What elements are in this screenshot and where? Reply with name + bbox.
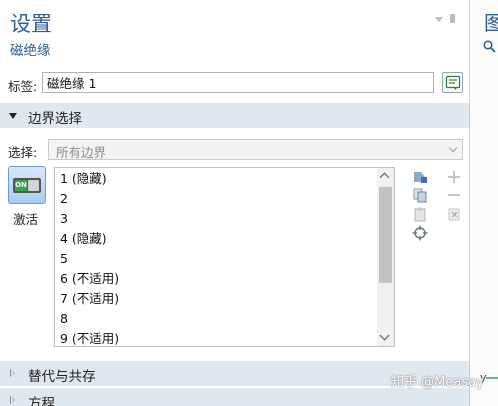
add-icon[interactable] — [446, 169, 462, 185]
panel-title: 设置 — [10, 12, 52, 36]
panel-controls[interactable] — [435, 14, 461, 26]
graphics-title: 图 — [484, 11, 498, 35]
section-boundary-selection[interactable]: 边界选择 — [0, 103, 469, 128]
label-edit-button[interactable] — [442, 72, 463, 93]
label-edit-icon — [445, 75, 461, 90]
switch-knob — [28, 180, 39, 191]
axis-line-icon — [486, 377, 498, 379]
panel-subtitle: 磁绝缘 — [10, 43, 51, 59]
activate-label: 激活 — [13, 212, 39, 227]
list-item[interactable]: 8 — [60, 309, 68, 329]
activate-toggle[interactable]: ON — [8, 166, 46, 204]
copy-selection-icon[interactable] — [412, 187, 428, 203]
switch-icon: ON — [13, 178, 41, 193]
watermark: 知乎 @Measay — [391, 375, 484, 390]
list-item[interactable]: 9 (不适用) — [60, 329, 119, 346]
section-title: 边界选择 — [28, 111, 82, 127]
list-item[interactable]: 6 (不适用) — [60, 269, 119, 289]
section-title: 替代与共存 — [28, 369, 96, 385]
selection-value: 所有边界 — [56, 145, 107, 160]
list-item[interactable]: 2 — [60, 189, 68, 209]
scroll-up-icon[interactable] — [379, 172, 390, 183]
list-item[interactable]: 1 (隐藏) — [60, 169, 107, 189]
paste-selection-icon[interactable] — [412, 206, 428, 222]
add-selection-icon[interactable] — [412, 169, 428, 185]
zoom-icon[interactable] — [483, 40, 496, 53]
label-field-label: 标签: — [8, 79, 38, 94]
list-item[interactable]: 7 (不适用) — [60, 289, 119, 309]
boundary-list[interactable]: 1 (隐藏) 2 3 4 (隐藏) 5 6 (不适用) 7 (不适用) 8 9 … — [54, 167, 395, 347]
label-row: 标签: — [0, 70, 470, 98]
collapse-icon — [9, 113, 17, 119]
scroll-thumb[interactable] — [379, 187, 392, 283]
list-scrollbar[interactable] — [377, 168, 394, 346]
list-item[interactable]: 3 — [60, 209, 68, 229]
graphics-panel — [471, 0, 498, 406]
selection-label: 选择: — [8, 145, 38, 160]
switch-on-text: ON — [15, 180, 27, 191]
panel-menu-icon[interactable] — [435, 17, 443, 22]
section-equation[interactable]: 方程 — [0, 388, 469, 406]
section-title: 方程 — [28, 396, 55, 406]
clear-selection-icon[interactable] — [446, 206, 462, 222]
chevron-down-icon — [448, 143, 458, 153]
selection-dropdown[interactable]: 所有边界 — [48, 139, 463, 160]
scroll-down-icon[interactable] — [379, 330, 390, 341]
pin-icon[interactable] — [450, 14, 455, 23]
settings-panel: 设置 磁绝缘 标签: 边界选择 选择: 所有边界 ON — [0, 0, 470, 406]
list-item[interactable]: 4 (隐藏) — [60, 229, 107, 249]
locate-icon[interactable] — [412, 225, 428, 241]
remove-icon[interactable] — [446, 187, 462, 203]
label-input[interactable] — [42, 72, 434, 93]
expand-icon — [10, 369, 15, 377]
expand-icon — [10, 396, 15, 404]
list-item[interactable]: 5 — [60, 249, 68, 269]
selection-row: 选择: 所有边界 — [0, 138, 470, 162]
